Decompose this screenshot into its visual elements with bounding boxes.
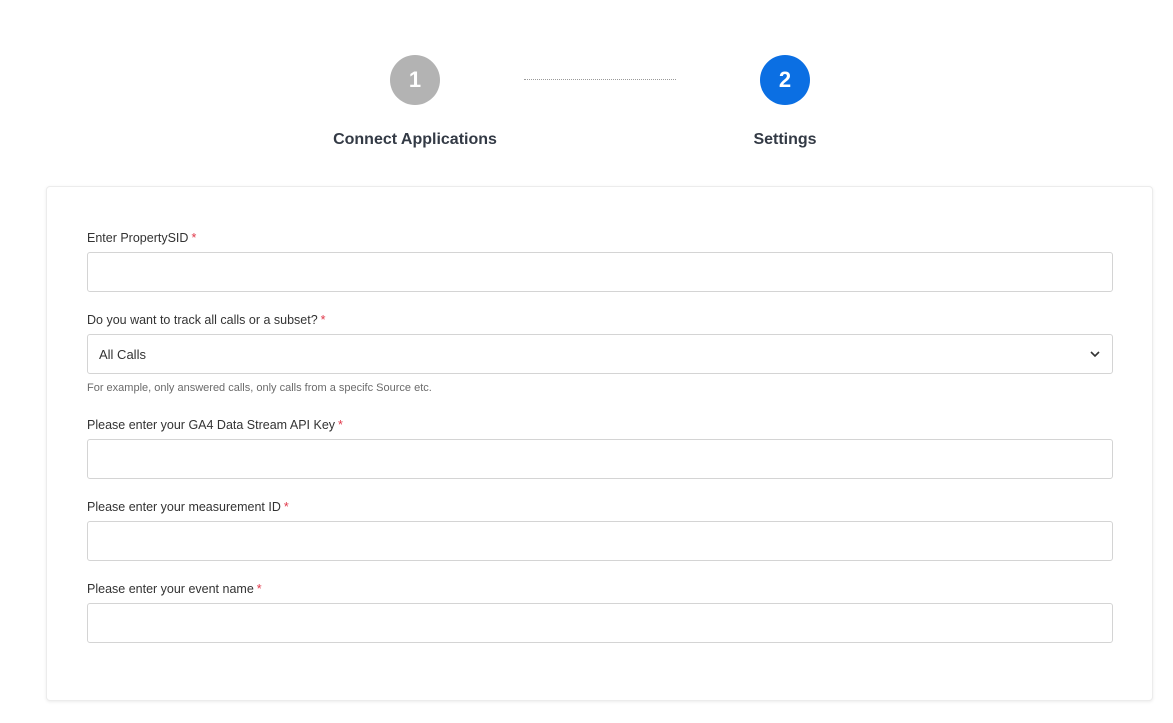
track-calls-field: Do you want to track all calls or a subs… — [87, 312, 1113, 394]
measurement-id-label: Please enter your measurement ID * — [87, 500, 289, 514]
track-calls-selected-value: All Calls — [99, 346, 146, 362]
measurement-id-input[interactable] — [87, 521, 1113, 561]
required-marker: * — [283, 500, 289, 514]
integration-setup-page: 1 Connect Applications 2 Settings Enter … — [0, 0, 1173, 723]
stepper: 1 Connect Applications 2 Settings — [0, 55, 1173, 155]
track-calls-label: Do you want to track all calls or a subs… — [87, 313, 326, 327]
property-sid-input[interactable] — [87, 252, 1113, 292]
step-settings[interactable]: 2 Settings — [675, 55, 895, 149]
api-key-label: Please enter your GA4 Data Stream API Ke… — [87, 418, 343, 432]
step-connect-applications[interactable]: 1 Connect Applications — [305, 55, 525, 149]
step-2-number: 2 — [760, 55, 810, 105]
settings-form-card: Enter PropertySID * Do you want to track … — [46, 186, 1153, 701]
required-marker: * — [191, 231, 197, 245]
api-key-field: Please enter your GA4 Data Stream API Ke… — [87, 417, 1113, 479]
track-calls-help-text: For example, only answered calls, only c… — [87, 382, 432, 394]
property-sid-label: Enter PropertySID * — [87, 231, 197, 245]
step-1-label: Connect Applications — [333, 131, 497, 148]
event-name-label: Please enter your event name * — [87, 582, 262, 596]
step-2-label: Settings — [753, 131, 817, 148]
measurement-id-field: Please enter your measurement ID * — [87, 499, 1113, 561]
event-name-input[interactable] — [87, 603, 1113, 643]
api-key-input[interactable] — [87, 439, 1113, 479]
event-name-field: Please enter your event name * — [87, 581, 1113, 643]
chevron-down-icon — [1089, 348, 1101, 360]
track-calls-select[interactable]: All Calls — [87, 334, 1113, 374]
required-marker: * — [338, 418, 343, 432]
required-marker: * — [256, 582, 262, 596]
step-1-number: 1 — [390, 55, 440, 105]
required-marker: * — [320, 313, 326, 327]
step-connector — [524, 79, 676, 80]
property-sid-field: Enter PropertySID * — [87, 230, 1113, 292]
